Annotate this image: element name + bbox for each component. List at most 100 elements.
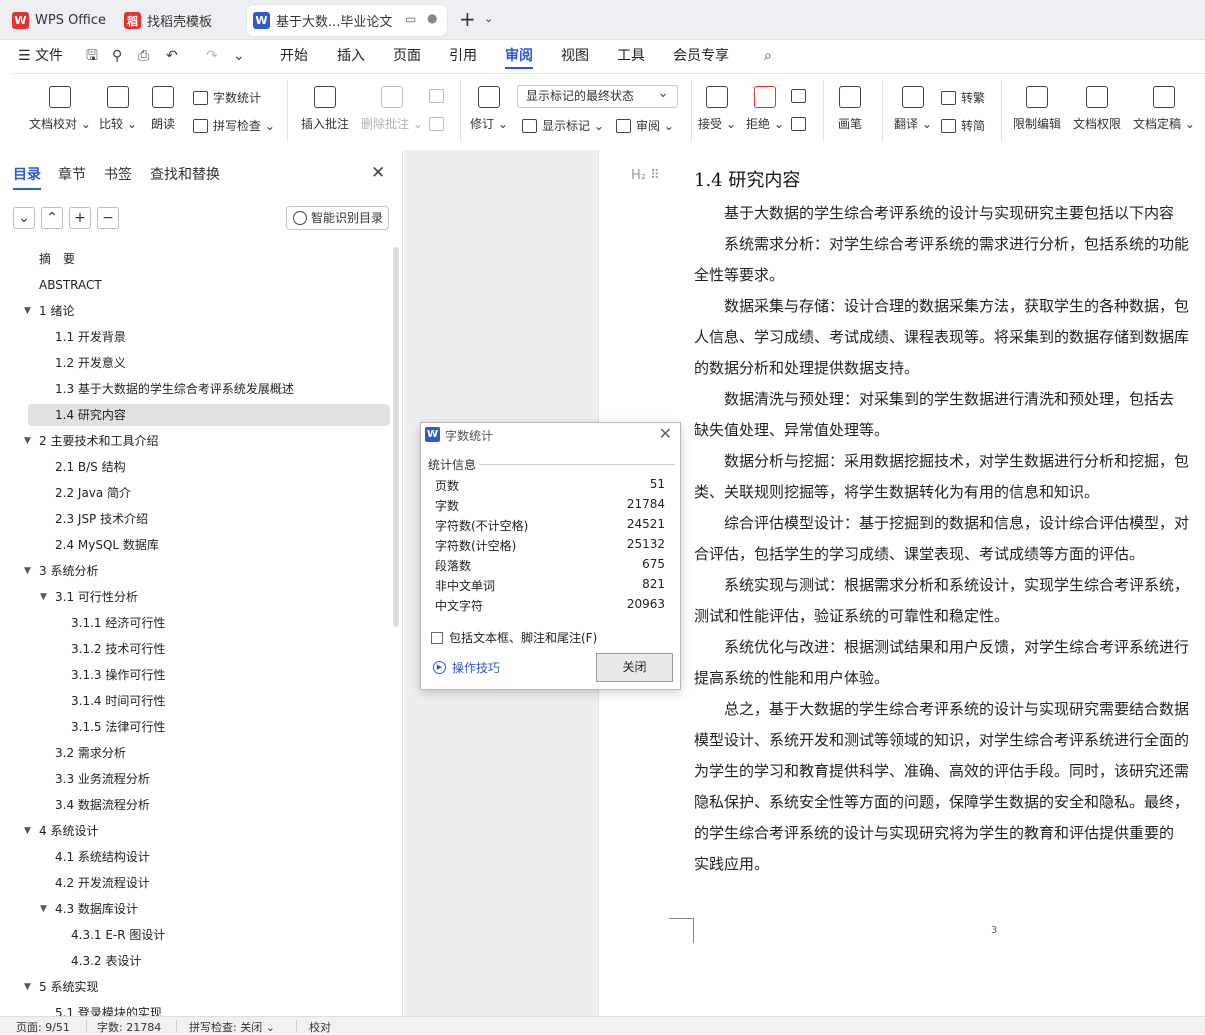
toc-item[interactable]: 3.1.3 操作可行性 (28, 664, 390, 686)
toc-item[interactable]: 5.1 登录模块的实现 (28, 1002, 390, 1016)
restrict-edit-button[interactable]: 限制编辑 (1013, 86, 1061, 132)
translate-button[interactable]: 翻译 ⌄ (894, 86, 932, 132)
menu-home[interactable]: 开始 (280, 47, 308, 69)
toc-item[interactable]: ▼ 5 系统实现 (24, 976, 390, 998)
toc-item[interactable]: 3.3 业务流程分析 (28, 768, 390, 790)
tab-find-replace[interactable]: 查找和替换 (150, 164, 220, 184)
redo-icon[interactable]: ↷ (206, 47, 218, 69)
to-traditional-button[interactable]: 转繁 (941, 89, 985, 106)
close-icon[interactable]: ✕ (659, 424, 672, 443)
toc-item[interactable]: ABSTRACT (28, 274, 390, 296)
word-count-button[interactable]: 字数统计 (193, 89, 261, 106)
toc-item[interactable]: ▼ 3 系统分析 (24, 560, 390, 582)
expand-arrow-icon[interactable]: ▼ (24, 560, 31, 582)
new-tab-plus-icon[interactable]: + (459, 7, 476, 31)
file-menu[interactable]: ☰ 文件 (18, 47, 63, 69)
prev-comment-button[interactable] (429, 89, 449, 103)
toc-item[interactable]: 1.3 基于大数据的学生综合考评系统发展概述 (28, 378, 390, 400)
toc-item[interactable]: 4.1 系统结构设计 (28, 846, 390, 868)
add-item-button[interactable]: + (69, 207, 91, 229)
status-word-count[interactable]: 字数: 21784 (97, 1019, 161, 1035)
status-proofread[interactable]: 校对 (309, 1019, 331, 1035)
toc-item[interactable]: 2.2 Java 简介 (28, 482, 390, 504)
tab-dropdown-chevron-icon[interactable]: ⌄ (484, 12, 493, 25)
share-icon[interactable]: ⚲ (112, 47, 122, 69)
prev-revision-button[interactable] (791, 89, 811, 103)
more-chevron-icon[interactable]: ⌄ (233, 47, 245, 69)
expand-arrow-icon[interactable]: ▼ (24, 820, 31, 842)
save-icon[interactable]: 🖫 (86, 47, 98, 69)
menu-insert[interactable]: 插入 (337, 47, 365, 69)
tab-bookmarks[interactable]: 书签 (104, 164, 132, 184)
menu-tools[interactable]: 工具 (617, 47, 645, 69)
delete-comment-button[interactable]: 删除批注 ⌄ (361, 86, 423, 132)
toc-item[interactable]: 2.3 JSP 技术介绍 (28, 508, 390, 530)
tab-docer[interactable]: 稻 找稻壳模板 (124, 5, 242, 36)
accept-button[interactable]: 接受 ⌄ (698, 86, 736, 132)
monitor-icon[interactable]: ▭ (405, 12, 416, 26)
pen-button[interactable]: 画笔 (838, 86, 862, 132)
next-revision-button[interactable] (791, 117, 811, 131)
checkbox-box[interactable] (431, 631, 443, 644)
status-spell-check[interactable]: 拼写检查: 关闭 ⌄ (189, 1019, 275, 1035)
toc-item[interactable]: 2.1 B/S 结构 (28, 456, 390, 478)
search-icon[interactable]: ⌕ (764, 47, 772, 69)
show-markup-button[interactable]: 显示标记 ⌄ (522, 117, 604, 134)
expand-down-button[interactable]: ⌄ (13, 207, 35, 229)
collapse-up-button[interactable]: ⌃ (41, 207, 63, 229)
close-button[interactable]: 关闭 (596, 653, 673, 682)
heading-drag-handle-icon[interactable]: H₂ ⠿ (631, 168, 660, 183)
doc-check-button[interactable]: 文档校对 ⌄ (29, 86, 91, 132)
spell-check-button[interactable]: 拼写检查 ⌄ (193, 117, 275, 134)
tab-toc[interactable]: 目录 (13, 164, 41, 190)
toc-item[interactable]: 3.4 数据流程分析 (28, 794, 390, 816)
toc-item[interactable]: 4.2 开发流程设计 (28, 872, 390, 894)
smart-toc-button[interactable]: 智能识别目录 (286, 206, 389, 230)
toc-item[interactable]: 3.1.5 法律可行性 (28, 716, 390, 738)
tips-link[interactable]: ▶ 操作技巧 (433, 659, 500, 676)
menu-member[interactable]: 会员专享 (673, 47, 729, 69)
expand-arrow-icon[interactable]: ▼ (40, 586, 47, 608)
tab-document[interactable]: W 基于大数...毕业论文 ▭ ● (247, 5, 447, 36)
toc-item[interactable]: 1.1 开发背景 (28, 326, 390, 348)
next-comment-button[interactable] (429, 117, 449, 131)
status-page[interactable]: 页面: 9/51 (16, 1019, 70, 1035)
toc-item[interactable]: ▼ 4 系统设计 (24, 820, 390, 842)
include-textbox-checkbox[interactable]: 包括文本框、脚注和尾注(F) (431, 629, 597, 646)
toc-item[interactable]: 4.3.1 E-R 图设计 (28, 924, 390, 946)
insert-comment-button[interactable]: 插入批注 (301, 86, 349, 132)
markup-state-select[interactable]: 显示标记的最终状态 (517, 83, 678, 108)
toc-item[interactable]: 1.2 开发意义 (28, 352, 390, 374)
toc-item[interactable]: 摘 要 (28, 248, 390, 270)
toc-item[interactable]: 3.2 需求分析 (28, 742, 390, 764)
read-aloud-button[interactable]: 朗读 (151, 86, 175, 132)
review-pane-button[interactable]: 审阅 ⌄ (616, 117, 674, 134)
toc-item[interactable]: 3.1.4 时间可行性 (28, 690, 390, 712)
expand-arrow-icon[interactable]: ▼ (24, 976, 31, 998)
print-preview-icon[interactable]: ⎙ (138, 47, 149, 69)
toc-item[interactable]: 4.3.2 表设计 (28, 950, 390, 972)
toc-item[interactable]: 3.1.1 经济可行性 (28, 612, 390, 634)
expand-arrow-icon[interactable]: ▼ (24, 300, 31, 322)
toc-item[interactable]: 1.4 研究内容 (28, 404, 390, 426)
expand-arrow-icon[interactable]: ▼ (24, 430, 31, 452)
revise-button[interactable]: 修订 ⌄ (470, 86, 508, 132)
doc-permission-button[interactable]: 文档权限 (1073, 86, 1121, 132)
menu-view[interactable]: 视图 (561, 47, 589, 69)
doc-finalize-button[interactable]: 文档定稿 ⌄ (1133, 86, 1195, 132)
document-page[interactable]: H₂ ⠿ 1.4 研究内容 基于大数据的学生综合考评系统的设计与实现研究主要包括… (598, 150, 1205, 1016)
reject-button[interactable]: 拒绝 ⌄ (746, 86, 784, 132)
toc-item[interactable]: 2.4 MySQL 数据库 (28, 534, 390, 556)
toc-item[interactable]: 3.1.2 技术可行性 (28, 638, 390, 660)
toc-item[interactable]: ▼ 3.1 可行性分析 (28, 586, 390, 608)
to-simplified-button[interactable]: 转简 (941, 117, 985, 134)
toc-item[interactable]: ▼ 2 主要技术和工具介绍 (24, 430, 390, 452)
toc-item[interactable]: ▼ 4.3 数据库设计 (28, 898, 390, 920)
menu-page[interactable]: 页面 (393, 47, 421, 69)
tab-wps-office[interactable]: W WPS Office (12, 5, 112, 36)
tab-chapters[interactable]: 章节 (58, 164, 86, 184)
menu-references[interactable]: 引用 (449, 47, 477, 69)
undo-icon[interactable]: ↶ (166, 47, 178, 69)
menu-review[interactable]: 审阅 (505, 47, 533, 69)
close-icon[interactable]: ✕ (371, 163, 385, 183)
